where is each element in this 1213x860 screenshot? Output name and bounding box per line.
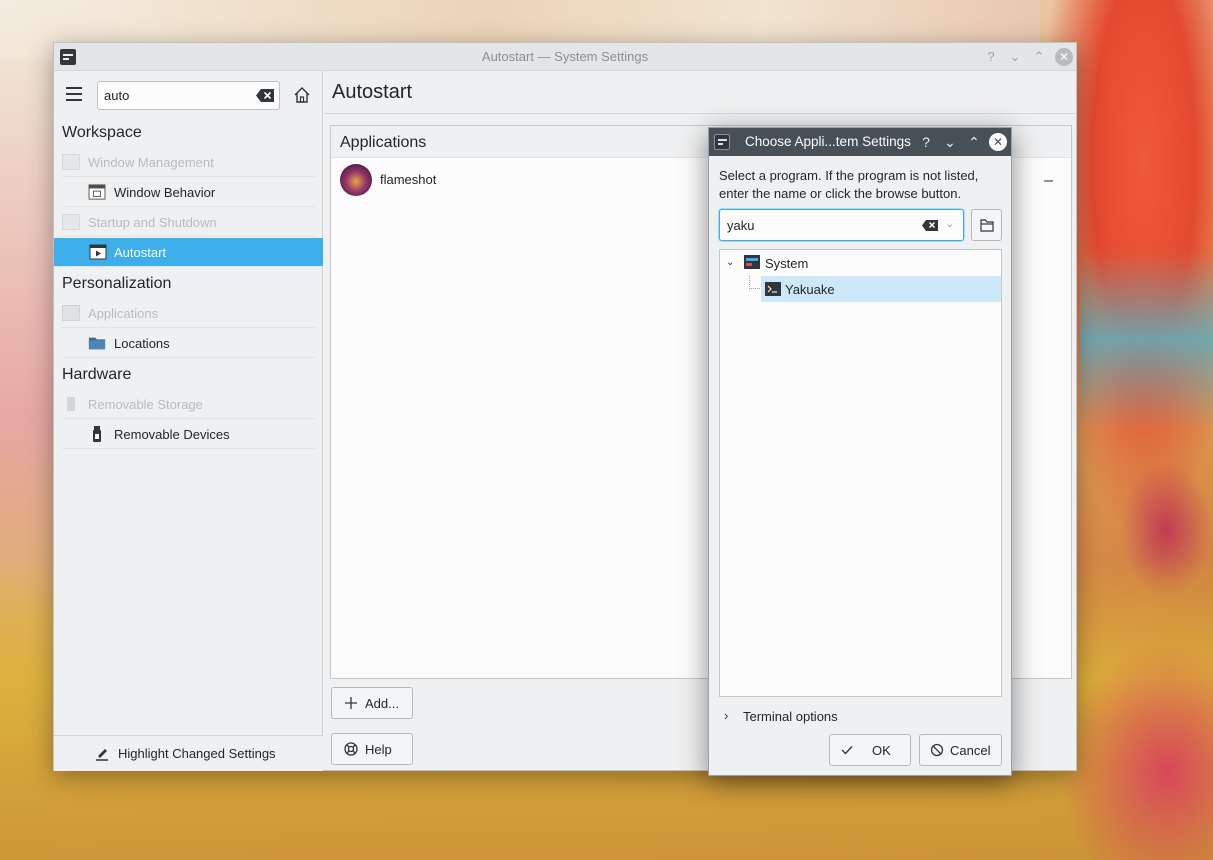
sidebar: auto Workspace Window Management Window … [54, 71, 323, 771]
help-icon[interactable]: ? [982, 48, 1000, 66]
browse-button[interactable] [971, 209, 1002, 241]
window-behavior-icon [88, 184, 106, 200]
terminal-options-label: Terminal options [743, 709, 838, 724]
flameshot-icon [340, 164, 372, 196]
add-button[interactable]: Add... [331, 687, 413, 719]
startup-shutdown-icon [62, 214, 80, 230]
clear-text-icon[interactable] [921, 219, 939, 232]
remove-icon[interactable]: – [1044, 172, 1053, 190]
sidebar-item-removable-storage[interactable]: Removable Storage [62, 390, 315, 419]
page-title: Autostart [332, 81, 413, 103]
app-name: flameshot [380, 172, 437, 187]
application-tree: ⌄ System Yakuake [719, 249, 1002, 697]
dialog-app-icon[interactable] [714, 134, 730, 150]
home-icon[interactable] [292, 85, 312, 105]
dialog-title: Choose Appli...tem Settings [745, 134, 911, 149]
search-input[interactable]: auto [97, 81, 280, 110]
highlight-changed-settings-label: Highlight Changed Settings [118, 746, 276, 761]
dialog-maximize-icon[interactable]: ⌃ [965, 133, 983, 151]
sidebar-item-label: Window Management [88, 155, 214, 170]
usb-drive-icon [93, 426, 101, 442]
cancel-button-label: Cancel [950, 743, 991, 758]
hamburger-menu-icon[interactable] [66, 87, 82, 101]
ok-button-label: OK [872, 743, 891, 758]
sidebar-item-window-behavior[interactable]: Window Behavior [62, 178, 315, 207]
terminal-options-expander[interactable]: › Terminal options [721, 707, 921, 727]
wallpaper-top [120, 0, 1040, 44]
cancel-button[interactable]: Cancel [919, 734, 1002, 766]
wallpaper-flowers-bottom [1060, 640, 1213, 860]
sidebar-item-label: Locations [114, 336, 170, 351]
maximize-icon[interactable]: ⌃ [1030, 48, 1048, 66]
wallpaper-water [1080, 250, 1213, 430]
folder-icon [88, 337, 106, 350]
dialog-titlebar[interactable]: Choose Appli...tem Settings ? ⌄ ⌃ ✕ [709, 128, 1011, 156]
window-titlebar[interactable]: Autostart — System Settings ? ⌄ ⌃ ✕ [54, 43, 1076, 71]
wallpaper-flowers [1120, 460, 1213, 600]
add-button-label: Add... [365, 696, 399, 711]
sidebar-item-label: Autostart [114, 245, 167, 260]
system-category-icon [744, 255, 760, 269]
dialog-description: Select a program. If the program is not … [719, 168, 979, 201]
program-search-value: yaku [727, 218, 755, 233]
dialog-minimize-icon[interactable]: ⌄ [941, 133, 959, 151]
tree-node-system[interactable]: ⌄ System [720, 250, 1001, 276]
clear-text-icon[interactable] [255, 88, 275, 103]
help-lifebuoy-icon [344, 742, 358, 756]
content-divider [324, 113, 1076, 114]
highlight-changed-settings-button[interactable]: Highlight Changed Settings [54, 735, 323, 771]
sidebar-item-label: Window Behavior [114, 185, 216, 200]
category-workspace: Workspace [62, 124, 142, 141]
dialog-help-icon[interactable]: ? [917, 133, 935, 151]
highlighter-icon [96, 749, 108, 761]
folder-open-icon [980, 219, 994, 232]
tree-node-yakuake[interactable]: Yakuake [761, 276, 1001, 302]
close-icon[interactable]: ✕ [1055, 48, 1073, 66]
removable-storage-icon [67, 397, 75, 411]
terminal-icon [765, 282, 781, 296]
category-personalization: Personalization [62, 275, 172, 292]
sidebar-item-label: Removable Devices [114, 427, 230, 442]
category-hardware: Hardware [62, 366, 132, 383]
applications-section-title: Applications [340, 134, 427, 151]
sidebar-item-label: Applications [88, 306, 159, 321]
chevron-down-icon[interactable]: ⌄ [945, 217, 959, 231]
sidebar-item-autostart[interactable]: Autostart [54, 238, 323, 267]
chevron-right-icon: › [724, 708, 729, 723]
sidebar-item-removable-devices[interactable]: Removable Devices [62, 420, 315, 449]
tree-node-label: System [765, 256, 809, 271]
wallpaper-left [0, 60, 54, 860]
chevron-down-icon[interactable]: ⌄ [726, 257, 738, 269]
sidebar-item-label: Startup and Shutdown [88, 215, 217, 230]
help-button[interactable]: Help [331, 733, 413, 765]
sidebar-item-window-management[interactable]: Window Management [62, 148, 315, 177]
choose-application-dialog: Choose Appli...tem Settings ? ⌄ ⌃ ✕ Sele… [708, 127, 1012, 776]
plus-icon [345, 697, 357, 709]
cancel-icon [930, 743, 944, 757]
window-management-icon [62, 154, 80, 170]
sidebar-item-locations[interactable]: Locations [62, 329, 315, 358]
autostart-icon [89, 244, 107, 260]
minimize-icon[interactable]: ⌄ [1006, 48, 1024, 66]
tree-branch-line [749, 276, 760, 289]
dialog-close-icon[interactable]: ✕ [989, 133, 1007, 151]
tree-node-label: Yakuake [785, 282, 835, 297]
ok-button[interactable]: OK [829, 734, 911, 766]
sidebar-item-label: Removable Storage [88, 397, 203, 412]
sidebar-item-applications[interactable]: Applications [62, 299, 315, 328]
window-title: Autostart — System Settings [481, 49, 649, 64]
search-input-value: auto [104, 88, 130, 103]
sidebar-item-startup-shutdown[interactable]: Startup and Shutdown [62, 208, 315, 237]
checkmark-icon [841, 746, 853, 755]
help-button-label: Help [365, 742, 392, 757]
program-search-combobox[interactable]: yaku ⌄ [719, 209, 964, 241]
applications-icon [62, 305, 80, 321]
